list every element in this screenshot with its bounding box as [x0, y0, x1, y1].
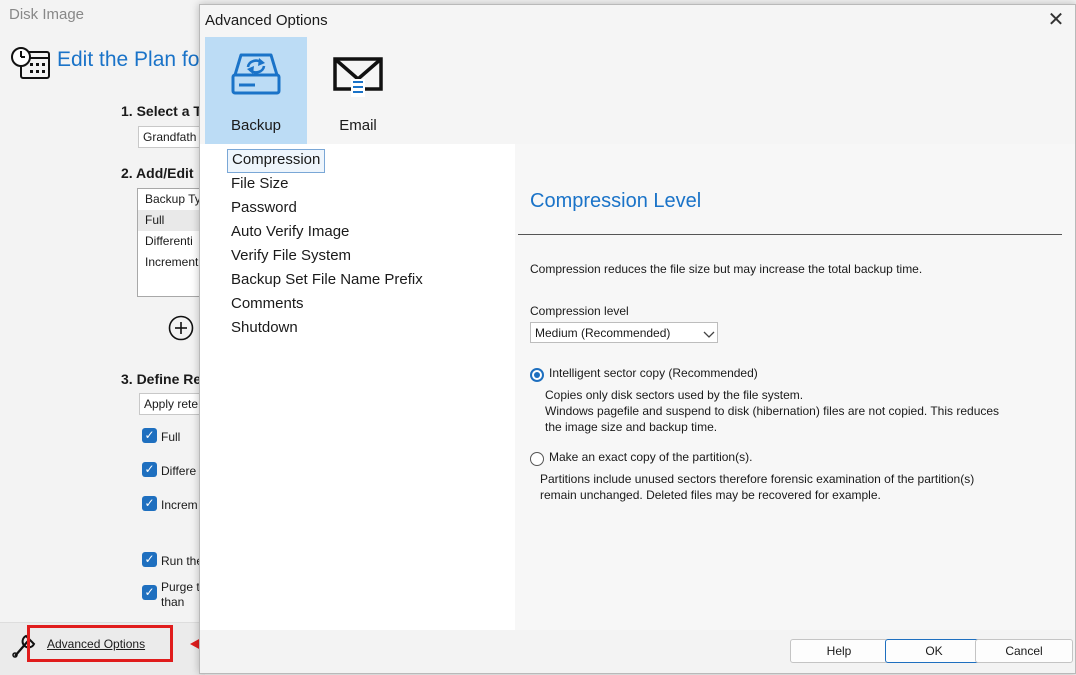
nav-item-verify-file-system[interactable]: Verify File System [227, 245, 355, 267]
backup-drive-icon [231, 53, 281, 95]
email-icon [333, 57, 383, 97]
help-button[interactable]: Help [790, 639, 888, 663]
dialog-title: Advanced Options [205, 12, 328, 29]
option-detail: the image size and backup time. [545, 420, 718, 434]
differential-checkbox[interactable]: ✓ [142, 462, 157, 477]
exact-copy-radio[interactable] [530, 452, 544, 466]
purge-checkbox[interactable]: ✓ [142, 585, 157, 600]
chevron-down-icon [703, 327, 715, 338]
checkbox-label: Run the [161, 554, 204, 568]
nav-item-shutdown[interactable]: Shutdown [227, 317, 302, 339]
tab-email[interactable]: Email [307, 37, 409, 144]
list-item[interactable]: Increment [138, 252, 208, 273]
checkbox-label-line2: than [161, 595, 185, 609]
nav-item-file-size[interactable]: File Size [227, 173, 293, 195]
plan-heading: Edit the Plan for [57, 48, 207, 71]
section-description: Compression reduces the file size but ma… [530, 262, 923, 276]
checkbox-label: Increm [161, 498, 198, 512]
list-header: Backup Ty [145, 192, 201, 206]
window-title: Disk Image [9, 6, 85, 23]
nav-item-compression[interactable]: Compression [227, 149, 326, 173]
list-item[interactable]: Full [138, 210, 208, 231]
checkbox-label: Differe [161, 464, 197, 478]
radio-label: Intelligent sector copy (Recommended) [549, 366, 758, 380]
incremental-checkbox[interactable]: ✓ [142, 496, 157, 511]
dialog-footer: Help OK Cancel [200, 630, 1075, 673]
compression-level-label: Compression level [530, 304, 629, 318]
nav-item-auto-verify-image[interactable]: Auto Verify Image [227, 221, 353, 243]
option-detail: Partitions include unused sectors theref… [540, 472, 975, 486]
step2-label: 2. Add/Edit [121, 165, 194, 181]
options-nav: Compression File Size Password Auto Veri… [200, 144, 515, 630]
close-icon[interactable]: ✕ [1046, 10, 1066, 30]
section-title: Compression Level [530, 190, 702, 212]
step3-label: 3. Define Re [121, 371, 202, 387]
step1-label: 1. Select a T [121, 103, 202, 119]
ok-button[interactable]: OK [885, 639, 983, 663]
category-ribbon: Backup Email [200, 37, 1075, 144]
calendar-plan-icon [10, 44, 52, 82]
compression-level-select[interactable]: Medium (Recommended) [530, 322, 718, 343]
list-item[interactable]: Differenti [138, 231, 208, 252]
nav-item-file-name-prefix[interactable]: Backup Set File Name Prefix [227, 269, 427, 291]
tab-label: Backup [230, 117, 282, 134]
checkbox-label: Purge t [161, 580, 200, 594]
section-divider [518, 234, 1062, 235]
advanced-options-dialog: Advanced Options ✕ Backup Email Compress… [199, 4, 1076, 674]
run-checkbox[interactable]: ✓ [142, 552, 157, 567]
option-detail: Copies only disk sectors used by the fil… [545, 388, 804, 402]
add-schedule-icon[interactable] [168, 315, 194, 341]
cancel-button[interactable]: Cancel [975, 639, 1073, 663]
option-detail: remain unchanged. Deleted files may be r… [540, 488, 881, 502]
dialog-titlebar: Advanced Options ✕ [200, 5, 1075, 37]
nav-item-comments[interactable]: Comments [227, 293, 308, 315]
options-content: Compression Level Compression reduces th… [515, 144, 1075, 630]
highlight-box [27, 625, 173, 662]
nav-item-password[interactable]: Password [227, 197, 301, 219]
full-checkbox[interactable]: ✓ [142, 428, 157, 443]
checkbox-label: Full [161, 430, 181, 444]
tab-backup[interactable]: Backup [205, 37, 307, 144]
intelligent-sector-radio[interactable] [530, 368, 544, 382]
radio-label: Make an exact copy of the partition(s). [549, 450, 753, 464]
option-detail: Windows pagefile and suspend to disk (hi… [545, 404, 1000, 418]
tab-label: Email [339, 117, 377, 134]
